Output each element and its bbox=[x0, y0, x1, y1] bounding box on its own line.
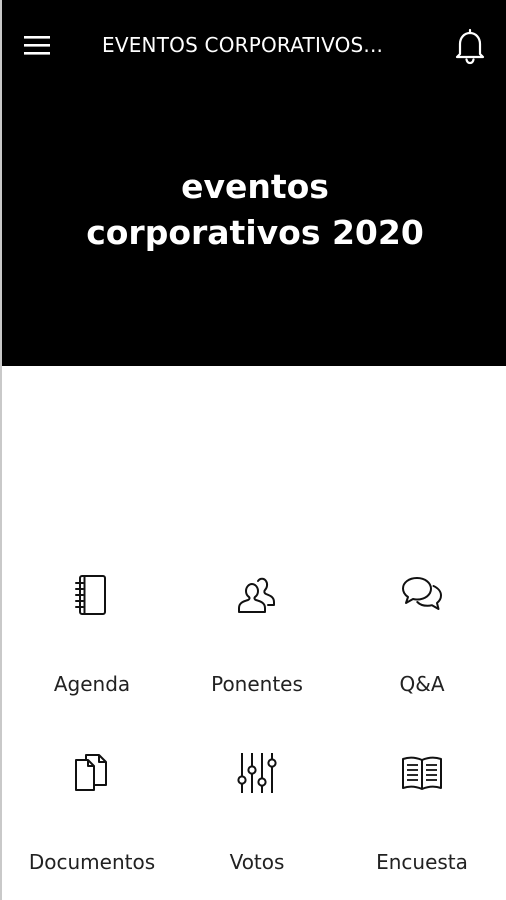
event-title-line-2: corporativos 2020 bbox=[86, 213, 424, 252]
event-title-line-1: eventos bbox=[181, 167, 329, 206]
app-screen: EVENTOS CORPORATIVOS... eventos corporat… bbox=[0, 0, 506, 900]
top-app-bar: EVENTOS CORPORATIVOS... bbox=[2, 0, 506, 90]
sliders-icon bbox=[237, 753, 277, 793]
tile-label: Votos bbox=[229, 850, 285, 874]
tile-ponentes[interactable]: Ponentes bbox=[173, 560, 341, 720]
bell-icon bbox=[455, 28, 485, 65]
tile-qa[interactable]: Q&A bbox=[338, 560, 506, 720]
menu-button[interactable] bbox=[22, 30, 52, 60]
tile-label: Agenda bbox=[53, 672, 131, 696]
tile-label: Encuesta bbox=[376, 850, 468, 874]
chat-bubbles-icon bbox=[402, 577, 442, 610]
event-title: eventos corporativos 2020 bbox=[2, 164, 506, 256]
tile-votos[interactable]: Votos bbox=[173, 738, 341, 898]
hamburger-menu-icon bbox=[24, 36, 50, 55]
notifications-button[interactable] bbox=[452, 26, 488, 66]
tile-agenda[interactable]: Agenda bbox=[8, 560, 176, 720]
tile-label: Ponentes bbox=[211, 672, 303, 696]
tile-label: Q&A bbox=[399, 672, 445, 696]
agenda-notebook-icon bbox=[75, 575, 106, 615]
documents-icon bbox=[75, 754, 107, 791]
open-book-icon bbox=[402, 756, 442, 790]
tile-label: Documentos bbox=[28, 850, 156, 874]
tile-encuesta[interactable]: Encuesta bbox=[338, 738, 506, 898]
app-bar-title: EVENTOS CORPORATIVOS... bbox=[102, 33, 384, 57]
speakers-people-icon bbox=[238, 577, 275, 613]
tile-documentos[interactable]: Documentos bbox=[8, 738, 176, 898]
event-header: EVENTOS CORPORATIVOS... eventos corporat… bbox=[2, 0, 506, 366]
